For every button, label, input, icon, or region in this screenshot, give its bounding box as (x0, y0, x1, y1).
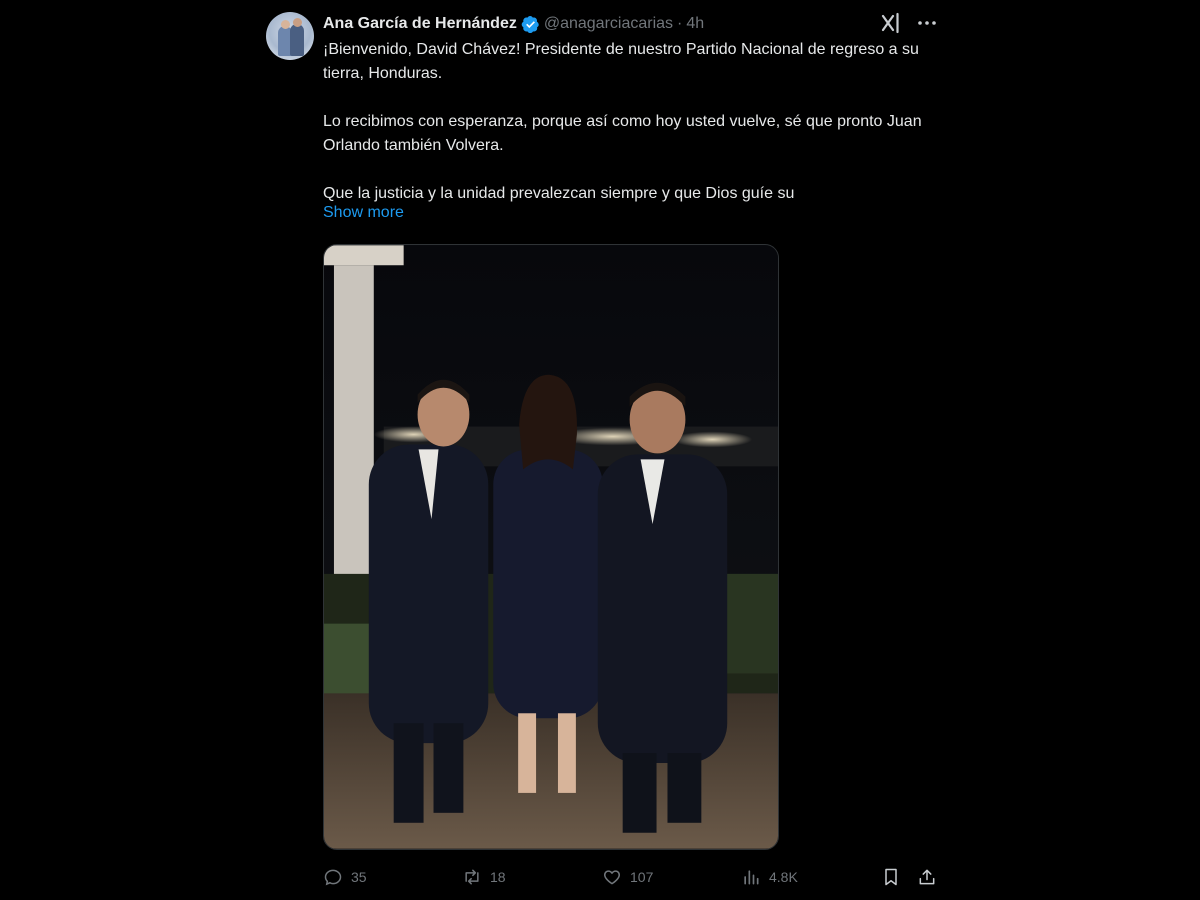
reply-icon (324, 869, 342, 886)
show-more-link[interactable]: Show more (323, 204, 404, 222)
bookmark-button[interactable] (881, 867, 901, 887)
grok-icon[interactable] (880, 12, 902, 34)
tweet-paragraph: ¡Bienvenido, David Chávez! Presidente de… (323, 41, 919, 82)
tweet-actions: 35 18 107 4.8K (323, 866, 937, 888)
repost-icon (465, 869, 479, 885)
timestamp[interactable]: 4h (686, 15, 704, 33)
repost-button[interactable]: 18 (462, 867, 506, 887)
reply-button[interactable]: 35 (323, 867, 367, 887)
like-count: 107 (630, 869, 654, 885)
reply-count: 35 (351, 869, 367, 885)
like-button[interactable]: 107 (602, 867, 653, 887)
tweet-text: ¡Bienvenido, David Chávez! Presidente de… (323, 38, 923, 206)
views-button[interactable]: 4.8K (741, 867, 798, 887)
tweet-header: Ana García de Hernández @anagarciacarias… (323, 13, 704, 35)
verified-badge-icon (521, 15, 540, 34)
views-count: 4.8K (769, 869, 798, 885)
avatar[interactable] (266, 12, 314, 60)
share-button[interactable] (917, 867, 937, 887)
display-name[interactable]: Ana García de Hernández (323, 15, 517, 33)
views-icon (744, 870, 759, 885)
photo-illustration (324, 245, 778, 849)
separator-dot: · (677, 15, 683, 32)
tweet-paragraph: Lo recibimos con esperanza, porque así c… (323, 113, 922, 154)
heart-icon (603, 870, 621, 885)
top-actions (880, 12, 938, 34)
tweet-paragraph: Que la justicia y la unidad prevalezcan … (323, 185, 795, 202)
tweet[interactable]: Ana García de Hernández @anagarciacarias… (262, 8, 942, 898)
user-handle[interactable]: @anagarciacarias (544, 15, 673, 33)
tweet-photo[interactable] (323, 244, 779, 850)
bookmark-icon (885, 868, 897, 886)
repost-count: 18 (490, 869, 506, 885)
more-icon[interactable] (916, 12, 938, 34)
share-icon (919, 869, 935, 885)
